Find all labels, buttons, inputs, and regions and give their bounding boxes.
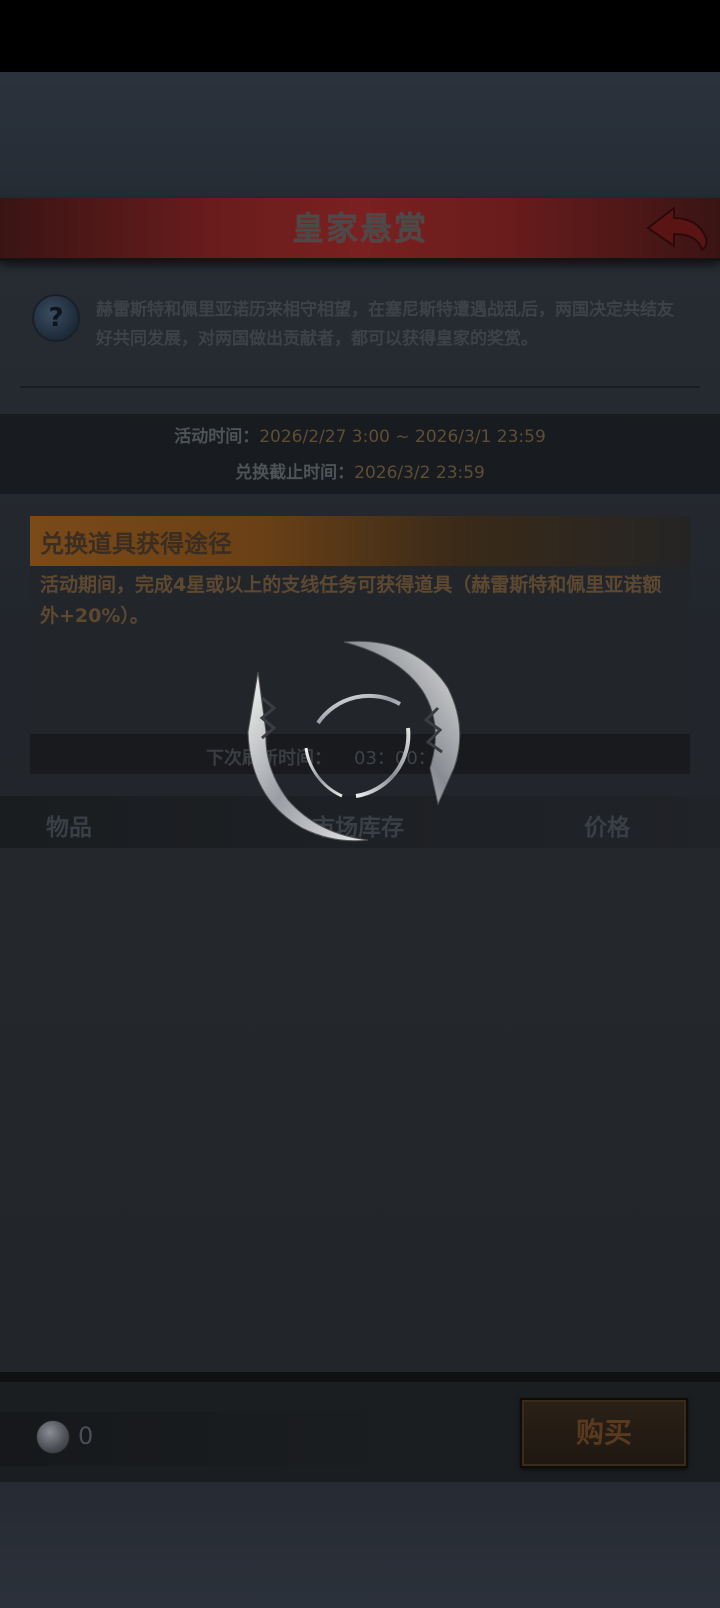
activity-time-row: 活动时间：2026/2/27 3:00 ~ 2026/3/1 23:59 <box>0 422 720 447</box>
column-item: 物品 <box>46 815 92 841</box>
activity-time-value: 2026/2/27 3:00 ~ 2026/3/1 23:59 <box>259 427 546 447</box>
buy-button-label: 购买 <box>575 1416 632 1449</box>
back-button[interactable] <box>644 204 712 254</box>
bottom-backdrop <box>0 1482 720 1608</box>
buy-button[interactable]: 购买 <box>520 1398 688 1468</box>
exchange-deadline-row: 兑换截止时间：2026/3/2 23:59 <box>0 458 720 483</box>
exchange-deadline-value: 2026/3/2 23:59 <box>354 463 485 483</box>
footer-divider <box>0 1372 720 1382</box>
royal-bounty-screen: 皇家悬赏 ? 赫雷斯特和佩里亚诺历来相守相望，在塞尼斯特遭遇战乱后，两国决定共结… <box>0 0 720 1608</box>
loading-spinner-icon <box>238 628 478 868</box>
currency-count: 0 <box>78 1422 94 1450</box>
page-title: 皇家悬赏 <box>291 209 428 247</box>
event-time-panel: 活动时间：2026/2/27 3:00 ~ 2026/3/1 23:59 兑换截… <box>0 414 720 494</box>
back-arrow-icon <box>646 205 708 252</box>
exchange-deadline-label: 兑换截止时间： <box>235 463 355 483</box>
acquisition-description: 活动期间，完成4星或以上的支线任务可获得道具（赫雷斯特和佩里亚诺额外+20%）。 <box>40 574 662 627</box>
activity-time-label: 活动时间： <box>174 427 260 447</box>
column-price: 价格 <box>584 815 630 841</box>
silver-coin-icon <box>36 1420 70 1454</box>
item-list[interactable] <box>0 848 720 1372</box>
acquisition-title: 兑换道具获得途径 <box>40 530 232 558</box>
title-banner: 皇家悬赏 <box>0 198 720 261</box>
top-backdrop <box>0 72 720 200</box>
status-bar <box>0 0 720 72</box>
intro-text: 赫雷斯特和佩里亚诺历来相守相望，在塞尼斯特遭遇战乱后，两国决定共结友好共同发展，… <box>96 300 674 349</box>
help-icon[interactable]: ? <box>32 294 80 342</box>
divider <box>20 386 700 388</box>
